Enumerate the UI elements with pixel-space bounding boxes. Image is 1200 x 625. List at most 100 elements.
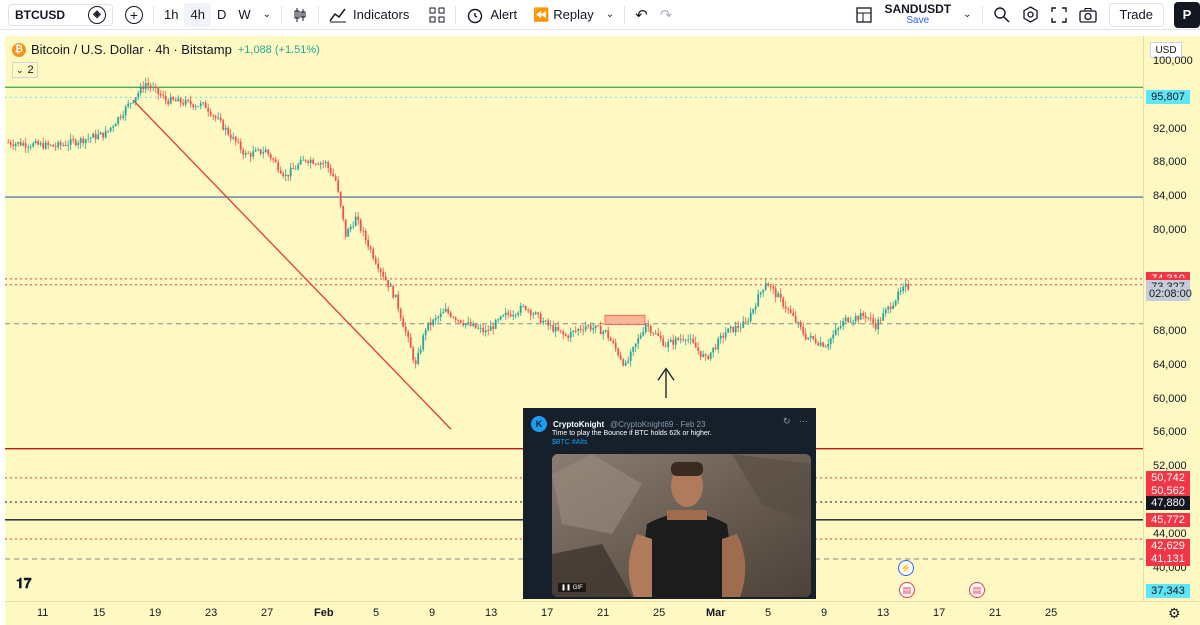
symbol-name: BTCUSD	[15, 7, 65, 22]
quick-search-button[interactable]	[987, 0, 1016, 30]
candle-body	[347, 229, 350, 237]
layout-dropdown[interactable]: ⌄	[957, 0, 977, 30]
candle-body	[679, 339, 682, 340]
candle-body	[519, 305, 522, 313]
candle-body	[204, 102, 207, 109]
chart-type-button[interactable]	[286, 0, 314, 30]
price-change: +1,088 (+1.51%)	[237, 43, 320, 56]
tweet-media[interactable]: ❚❚ GIF	[552, 454, 811, 597]
candle-body	[782, 297, 785, 307]
goto-realtime-button[interactable]: ⚙	[1168, 605, 1181, 622]
candle-body	[34, 141, 37, 144]
redo-button[interactable]: ↷	[654, 0, 679, 30]
candle-body	[67, 145, 70, 146]
candle-body	[612, 340, 615, 343]
candle-body	[607, 330, 610, 338]
candle-body	[179, 98, 182, 104]
time-tick: 27	[261, 607, 274, 619]
candle-body	[209, 111, 212, 116]
candle-body	[349, 226, 352, 230]
candle-body	[387, 280, 390, 287]
price-tick: 92,000	[1153, 122, 1187, 135]
candle-body	[822, 342, 825, 347]
add-symbol-compare-icon[interactable]: ◈	[88, 5, 106, 24]
candle-body	[727, 328, 730, 333]
candle-body	[94, 133, 97, 139]
candle-body	[649, 326, 652, 333]
timeframe-w[interactable]: W	[232, 0, 256, 30]
indicators-button[interactable]: Indicators	[323, 0, 415, 30]
replay-button[interactable]: ⏪ Replay	[527, 0, 600, 30]
candle-body	[474, 323, 477, 329]
candle-body	[277, 162, 280, 171]
candle-body	[257, 149, 260, 151]
tradingview-logo[interactable]: 𝟏𝟕	[16, 575, 32, 592]
candle-body	[859, 313, 862, 320]
candle-body	[584, 326, 587, 330]
divider	[153, 5, 154, 24]
indicators-collapse-button[interactable]: ⌄ 2	[12, 62, 38, 78]
top-toolbar: BTCUSD ◈ + 1h 4h D W ⌄ Indicators Alert …	[0, 0, 1200, 30]
candle-body	[357, 216, 360, 220]
avatar[interactable]: K	[531, 416, 547, 432]
us-flag-event-icon[interactable]: ▤	[969, 582, 985, 598]
tweet-tags[interactable]: $BTC #Alts	[552, 438, 802, 447]
symbol-description: Bitcoin / U.S. Dollar · 4h · Bitstamp	[31, 42, 232, 57]
layout-name-button[interactable]: SANDUSDT Save	[884, 3, 951, 26]
trade-button[interactable]: Trade	[1108, 2, 1164, 27]
candle-body	[599, 326, 602, 335]
candle-body	[802, 327, 805, 334]
candle-body	[647, 324, 650, 327]
candle-body	[722, 335, 725, 338]
undo-button[interactable]: ↶	[629, 0, 654, 30]
candle-body	[237, 141, 240, 143]
candle-body	[364, 230, 367, 240]
layout-name: SANDUSDT	[884, 1, 952, 16]
candle-body	[689, 338, 692, 340]
tweet-author[interactable]: CryptoKnight	[553, 420, 604, 429]
us-flag-event-icon[interactable]: ▤	[899, 582, 915, 598]
candle-body	[524, 305, 527, 310]
fullscreen-button[interactable]	[1045, 0, 1073, 30]
layouts-button[interactable]	[423, 0, 451, 30]
layout-menu-button[interactable]	[850, 0, 878, 30]
avatar[interactable]: P	[1174, 1, 1200, 28]
divider	[281, 5, 282, 24]
timeframe-dropdown[interactable]: ⌄	[257, 0, 277, 30]
candle-body	[359, 219, 362, 231]
candle-body	[159, 94, 162, 96]
replay-dropdown[interactable]: ⌄	[600, 0, 620, 30]
divider	[981, 5, 983, 24]
time-tick: 9	[821, 607, 828, 619]
settings-button[interactable]	[1016, 0, 1045, 30]
snapshot-button[interactable]	[1073, 0, 1103, 30]
candle-body	[87, 138, 90, 140]
candle-body	[107, 130, 110, 132]
time-tick: Mar	[706, 607, 726, 619]
price-tick: 60,000	[1153, 392, 1187, 405]
compare-button[interactable]: +	[119, 0, 149, 30]
more-icon[interactable]: ⋯	[799, 416, 808, 426]
candle-body	[632, 346, 635, 352]
candle-body	[207, 108, 210, 112]
chevron-down-icon: ⌄	[963, 9, 972, 20]
embedded-tweet[interactable]: K CryptoKnight @CryptoKnight69 · Feb 23 …	[523, 408, 816, 599]
candle-body	[587, 325, 590, 327]
alert-button[interactable]: Alert	[460, 0, 523, 30]
candle-body	[99, 132, 102, 135]
candle-body	[124, 106, 127, 116]
fullscreen-icon	[1050, 6, 1067, 23]
tweet-handle[interactable]: @CryptoKnight69 · Feb 23	[610, 420, 705, 429]
lightning-event-icon[interactable]: ⚡	[898, 560, 914, 576]
timeframe-d[interactable]: D	[211, 0, 232, 30]
symbol-search-button[interactable]: BTCUSD ◈	[8, 3, 113, 26]
pause-icon[interactable]: ❚❚	[561, 585, 571, 591]
timeframe-1h[interactable]: 1h	[158, 0, 184, 30]
candle-body	[472, 323, 475, 326]
timeframe-4h[interactable]: 4h	[184, 2, 211, 27]
candle-body	[767, 283, 770, 287]
refresh-icon[interactable]: ↻	[783, 416, 791, 426]
candle-body	[617, 348, 620, 356]
candle-body	[399, 308, 402, 319]
candle-body	[82, 138, 85, 144]
